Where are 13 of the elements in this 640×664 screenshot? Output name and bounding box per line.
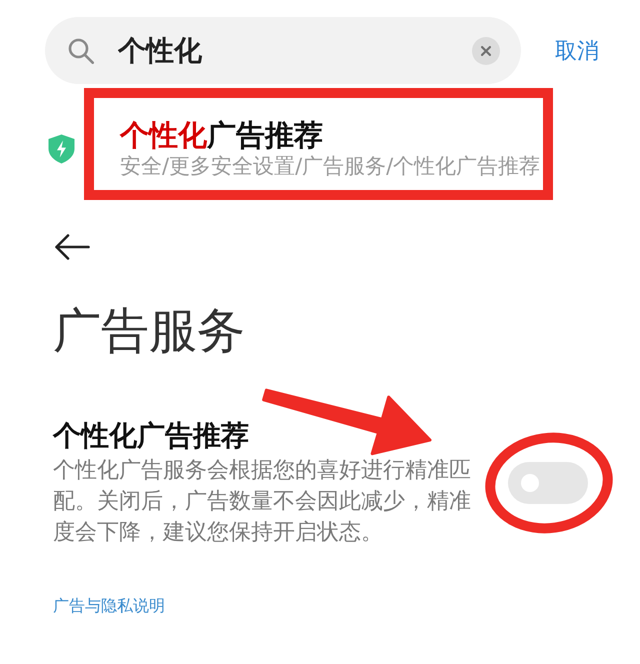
back-icon[interactable] [55,234,90,260]
page-title: 广告服务 [53,302,245,360]
close-icon [481,46,491,56]
shield-icon [48,134,75,164]
result-path: 安全/更多安全设置/广告服务/个性化广告推荐 [120,153,540,180]
setting-title: 个性化广告推荐 [53,418,249,454]
result-title[interactable]: 个性化广告推荐 [120,118,323,153]
search-icon [68,38,94,64]
privacy-link[interactable]: 广告与隐私说明 [53,596,165,616]
setting-description: 个性化广告服务会根据您的喜好进行精准匹配。关闭后，广告数量不会因此减少，精准度会下降，建议您保持开启状态。 [53,457,472,547]
clear-button[interactable] [472,36,500,64]
toggle-switch[interactable] [508,462,588,504]
cancel-button[interactable]: 取消 [555,36,599,66]
